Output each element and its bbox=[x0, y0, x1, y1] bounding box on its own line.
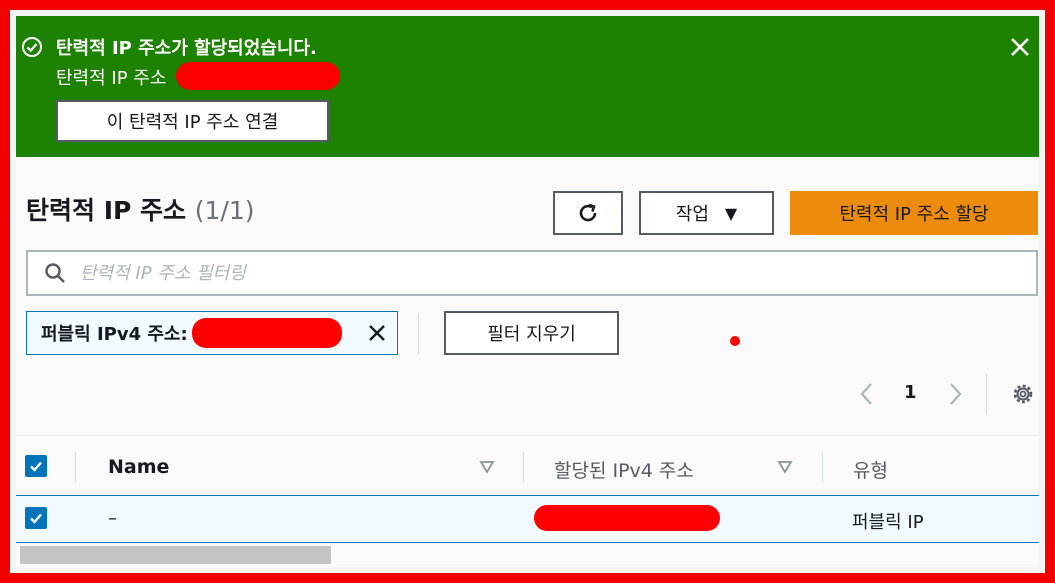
divider bbox=[986, 374, 987, 414]
banner-title: 탄력적 IP 주소가 할당되었습니다. bbox=[56, 38, 317, 59]
column-divider bbox=[75, 452, 76, 482]
chevron-left-icon[interactable] bbox=[856, 380, 878, 408]
sort-icon[interactable] bbox=[777, 460, 793, 474]
column-header-ipv4[interactable]: 할당된 IPv4 주소 bbox=[554, 456, 694, 483]
remove-filter-icon[interactable] bbox=[365, 321, 389, 345]
divider bbox=[418, 314, 419, 354]
item-count: (1/1) bbox=[194, 196, 255, 225]
screenshot-frame: 탄력적 IP 주소가 할당되었습니다. 탄력적 IP 주소 이 탄력적 IP 주… bbox=[0, 0, 1055, 583]
search-icon bbox=[45, 263, 65, 283]
refresh-button[interactable] bbox=[553, 191, 623, 235]
checkbox-icon bbox=[30, 513, 42, 524]
check-circle-icon bbox=[22, 37, 42, 57]
row-checkbox[interactable] bbox=[25, 507, 47, 529]
banner-subtitle: 탄력적 IP 주소 bbox=[56, 62, 341, 90]
select-all-checkbox[interactable] bbox=[25, 455, 47, 477]
cell-type: 퍼블릭 IP bbox=[852, 512, 924, 533]
horizontal-scrollbar[interactable] bbox=[20, 546, 331, 564]
close-icon[interactable] bbox=[1007, 34, 1033, 60]
table-header: Name 할당된 IPv4 주소 유형 bbox=[16, 435, 1039, 497]
redacted-ip bbox=[534, 505, 720, 531]
page-title: 탄력적 IP 주소 (1/1) bbox=[26, 191, 255, 227]
page-content: 탄력적 IP 주소가 할당되었습니다. 탄력적 IP 주소 이 탄력적 IP 주… bbox=[16, 16, 1039, 567]
caret-down-icon: ▼ bbox=[724, 203, 738, 223]
filter-token-label: 퍼블릭 IPv4 주소: bbox=[41, 324, 188, 345]
column-header-type[interactable]: 유형 bbox=[853, 456, 888, 483]
banner-subtitle-text: 탄력적 IP 주소 bbox=[56, 68, 167, 89]
redacted-ip bbox=[191, 318, 342, 348]
current-page[interactable]: 1 bbox=[904, 382, 917, 403]
clear-filters-button[interactable]: 필터 지우기 bbox=[444, 311, 619, 355]
filter-token: 퍼블릭 IPv4 주소: bbox=[26, 311, 398, 355]
settings-icon[interactable] bbox=[1010, 381, 1036, 407]
checkbox-icon bbox=[30, 461, 42, 472]
chevron-right-icon[interactable] bbox=[944, 380, 966, 408]
column-divider bbox=[523, 452, 524, 482]
annotation-dot bbox=[730, 336, 740, 346]
actions-label: 작업 bbox=[675, 204, 709, 225]
cell-name: – bbox=[108, 508, 117, 529]
sort-icon[interactable] bbox=[479, 460, 495, 474]
page-title-text: 탄력적 IP 주소 bbox=[26, 196, 187, 225]
success-banner: 탄력적 IP 주소가 할당되었습니다. 탄력적 IP 주소 이 탄력적 IP 주… bbox=[16, 16, 1039, 157]
search-input[interactable] bbox=[78, 261, 982, 285]
column-divider bbox=[822, 452, 823, 482]
refresh-icon bbox=[579, 203, 597, 222]
column-header-name[interactable]: Name bbox=[108, 456, 169, 478]
associate-ip-button[interactable]: 이 탄력적 IP 주소 연결 bbox=[56, 100, 329, 142]
table-row[interactable]: – 퍼블릭 IP bbox=[16, 495, 1039, 543]
filter-search-box bbox=[26, 250, 1038, 296]
redacted-ip bbox=[176, 62, 341, 90]
allocate-ip-button[interactable]: 탄력적 IP 주소 할당 bbox=[790, 191, 1038, 235]
actions-dropdown[interactable]: 작업 ▼ bbox=[639, 191, 774, 235]
